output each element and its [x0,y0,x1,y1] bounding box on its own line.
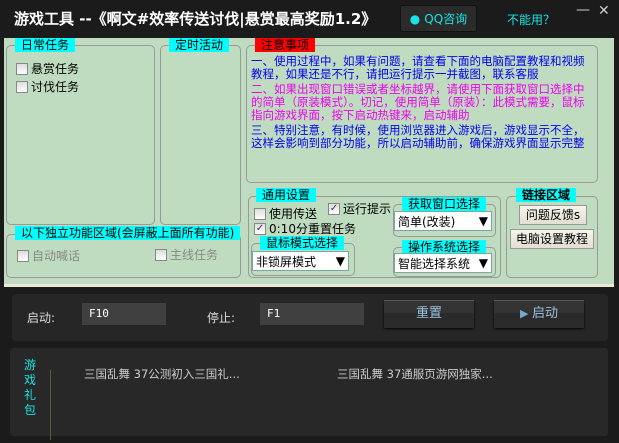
chevron-down-icon: ▼ [478,214,488,228]
window-title: 游戏工具 --《啊文#效率传送讨伐|悬赏最高奖励1.2》 [14,10,377,28]
stop-key-label: 停止: [207,311,236,325]
notice-p1: 一、使用过程中，如果有问题，请查看下面的电脑配置教程和视频教程，如果还是不行，请… [251,54,585,81]
os-select[interactable]: 智能选择系统 ▼ [394,253,492,273]
window-select-label: 获取窗口选择 [402,197,487,211]
cant-use-link[interactable]: 不能用？ [507,11,555,28]
mouse-mode-select[interactable]: 非锁屏模式 ▼ [252,251,349,271]
feedback-button[interactable]: 问题反馈s [519,205,587,225]
gift-panel [10,348,608,436]
timed-label: 定时活动 [169,38,230,52]
select-value: 智能选择系统 [398,256,471,271]
timed-group [160,45,241,225]
chevron-down-icon: ▼ [478,256,488,270]
checkbox-label: 运行提示 [343,202,392,216]
daily-label: 日常任务 [15,38,76,52]
checkbox-box [16,80,28,93]
qq-icon: ● [409,11,421,26]
notice-label: 注意事项 [255,38,316,52]
start-key-label: 启动: [27,311,56,325]
select-value: 简单(改装) [398,214,456,229]
checkbox-label: 自动喊话 [32,249,81,263]
stop-key-input[interactable]: F1 [260,303,364,325]
reset-task-checkbox[interactable]: ✓ 0:10分重置任务 [254,220,356,237]
checkbox-box [17,249,29,262]
notice-p2: 二、如果出现窗口错误或者坐标越界，请使用下面获取窗口选择中的简单（原装模式）。切… [251,82,585,122]
checkbox-label: 悬赏任务 [31,62,80,76]
general-label: 通用设置 [256,188,317,202]
mouse-mode-label: 鼠标模式选择 [260,236,345,250]
notice-text: 一、使用过程中，如果有问题，请查看下面的电脑配置教程和视频教程，如果还是不行，请… [251,55,593,150]
start-button-label: 启动 [531,306,558,321]
start-button[interactable]: ▶ 启动 [494,300,584,328]
links-label: 链接区域 [516,188,577,202]
independent-label: 以下独立功能区域(会屏蔽上面所有功能) [15,226,241,240]
close-button[interactable]: ✕ [598,3,610,19]
main-quest-checkbox[interactable]: 主线任务 [155,246,218,263]
select-value: 非锁屏模式 [256,254,317,269]
checkbox-label: 讨伐任务 [31,80,80,94]
os-select-label: 操作系统选择 [402,240,487,254]
checkbox-label: 主线任务 [170,248,219,262]
checkmark-icon: ✓ [328,202,340,215]
qq-button-label: QQ咨询 [424,12,468,26]
run-hint-checkbox[interactable]: ✓ 运行提示 [328,200,391,217]
auto-shout-checkbox[interactable]: 自动喊话 [17,247,80,264]
checkbox-box [155,248,167,261]
pc-tutorial-button[interactable]: 电脑设置教程 [510,229,594,249]
bounty-task-checkbox[interactable]: 悬赏任务 [16,60,79,77]
play-icon: ▶ [520,307,532,320]
chevron-down-icon: ▼ [335,254,345,268]
gift-label: 游戏礼包 [24,358,37,417]
start-key-input[interactable]: F10 [82,303,166,325]
checkbox-box [16,62,28,75]
notice-p3: 三、特别注意，有时候，使用浏览器进入游戏后，游戏显示不全，这样会影响到部分功能，… [251,123,585,150]
qq-consult-button[interactable]: ● QQ咨询 [400,5,477,32]
divider [50,370,51,440]
minimize-button[interactable]: — [576,2,590,18]
checkbox-label: 0:10分重置任务 [269,222,356,236]
window-select[interactable]: 简单(改装) ▼ [394,211,492,231]
crusade-task-checkbox[interactable]: 讨伐任务 [16,78,79,95]
reset-button[interactable]: 重置 [384,300,474,328]
gift-item[interactable]: 三国乱舞 37通服页游网独家... [337,366,493,382]
checkmark-icon: ✓ [254,222,266,235]
gift-item[interactable]: 三国乱舞 37公测初入三国礼... [84,366,240,382]
checkbox-box [254,207,266,220]
